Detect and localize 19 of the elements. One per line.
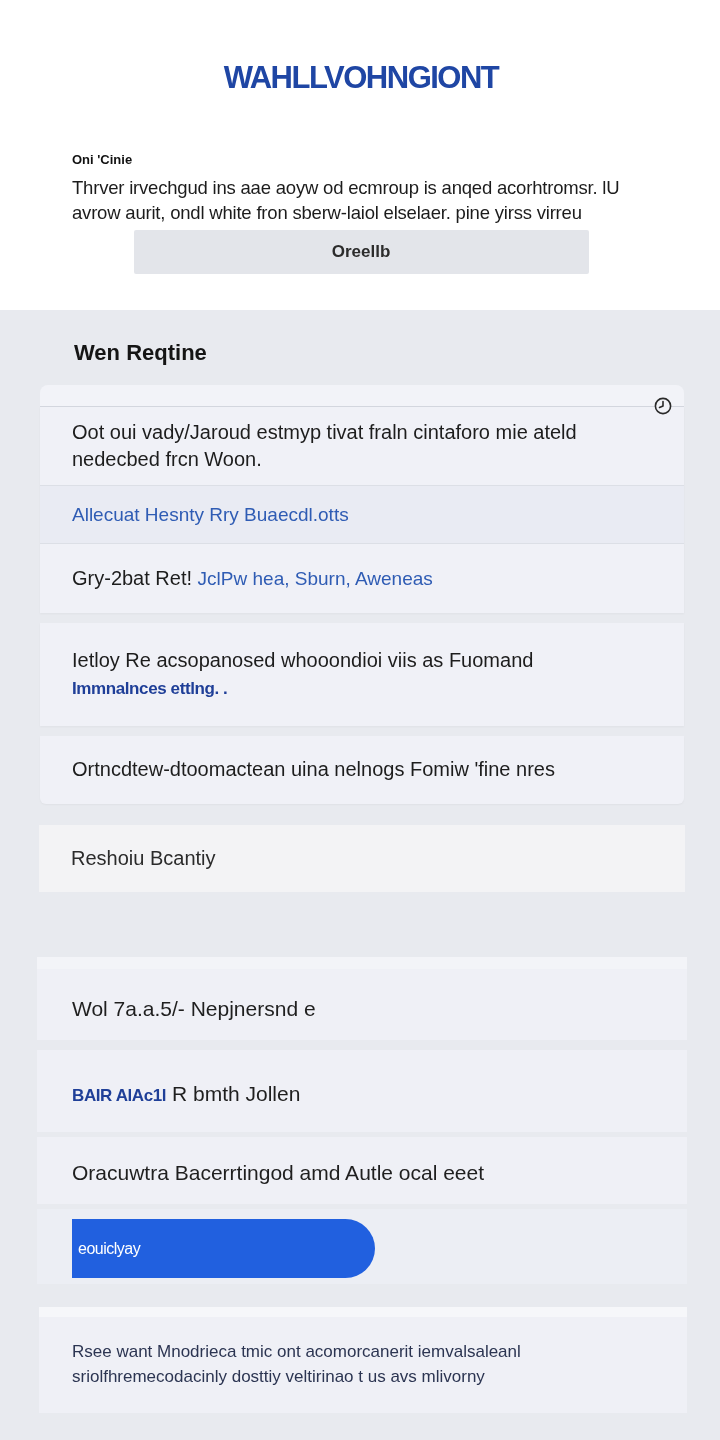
- link[interactable]: Immnalnces ettlng. .: [72, 679, 228, 698]
- item-text: Gry-2bat Ret! JclPw hea, Sburn, Aweneas: [72, 566, 434, 591]
- description-text: Thrver irvechgud ins aae aoyw od ecmroup is anqed acorhtromsr. lU avrow aurit, ondl white fron sberw-laiol elselaer. pine yirss virreu: [72, 176, 621, 225]
- item-text: Ortncdtew-dtoomactean uina nelnogs Fomiw 'fine nres: [72, 757, 556, 782]
- link[interactable]: Allecuat Hesnty Rry Buaecdl.otts: [72, 504, 349, 525]
- item-text: BAIR AlAc1l R bmth Jollen: [72, 1081, 302, 1107]
- note-text: Rsee want Mnodrieca tmic ont acomorcanerit iemvalsaleanl sriolfhremecodacinly dosttiy veltirinao t us avs mlivorny: [72, 1341, 522, 1388]
- item-text: Oracuwtra Bacerrtingod amd Autle ocal eeet: [72, 1160, 486, 1186]
- item-text: Oot oui vady/Jaroud estmyp tivat fraln cintaforo mie ateld nedecbed frcn Woon.: [72, 420, 578, 472]
- link[interactable]: JclPw hea, Sburn, Aweneas: [197, 568, 433, 589]
- card-text: Reshoiu Bcantiy: [71, 846, 217, 871]
- section-heading: Wen Reqtine: [74, 339, 208, 367]
- pill-button[interactable]: eouiclyay: [72, 1219, 375, 1278]
- item-text: Wol 7a.a.5/- Nepjnersnd e: [72, 996, 317, 1022]
- item-text: Ietloy Re acsopanosed whooondioi viis as Fuomand Immnalnces ettlng. .: [72, 648, 535, 700]
- link[interactable]: BAIR AlAc1l: [72, 1086, 167, 1105]
- caption-label: Oni 'Cinie: [72, 151, 134, 169]
- page-title: WAHLLVOHNGIONT: [222, 59, 500, 97]
- action-button[interactable]: Oreellb: [133, 230, 589, 274]
